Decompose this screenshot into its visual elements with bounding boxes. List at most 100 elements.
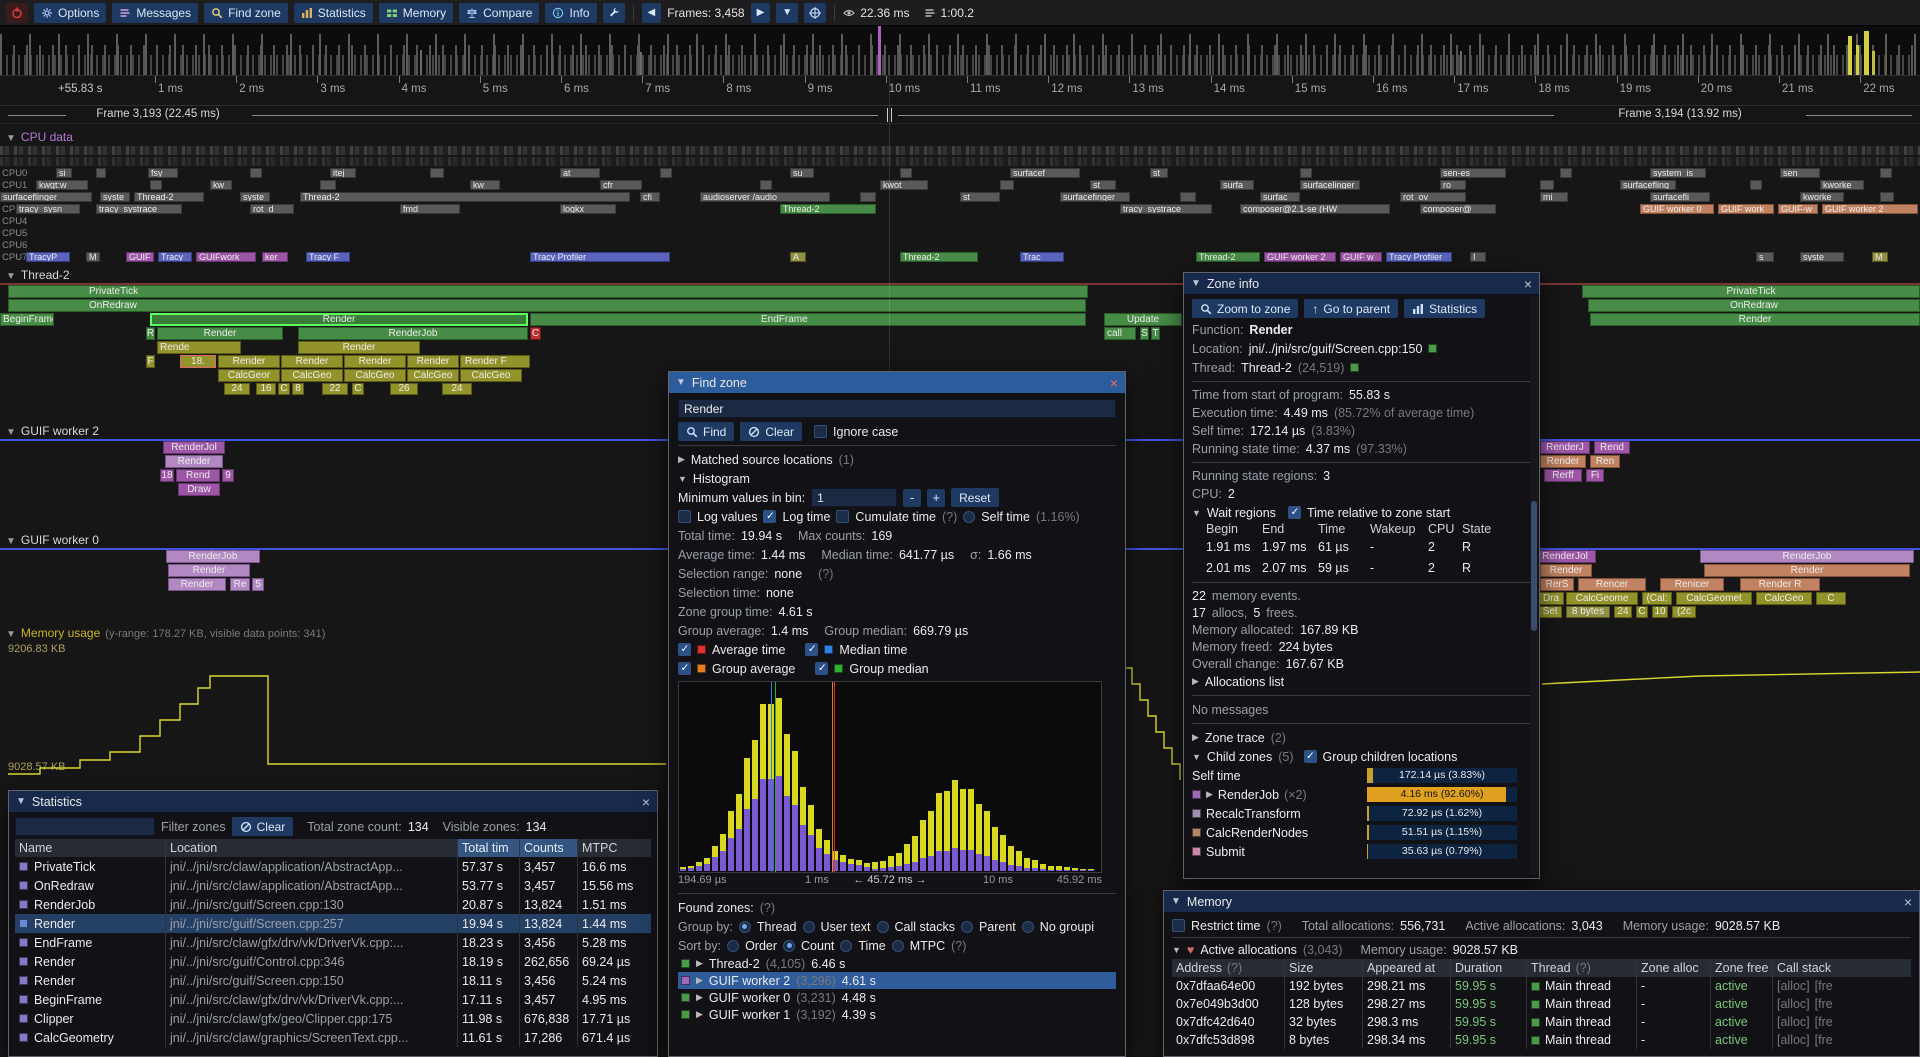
timeline-zone[interactable]: si	[56, 168, 72, 178]
timeline-zone[interactable]: tracy_sysn	[16, 204, 80, 214]
timeline-zone[interactable]: S	[1140, 327, 1149, 340]
table-row[interactable]: Clipperjni/../jni/src/claw/gfx/geo/Clipp…	[15, 1009, 651, 1028]
timeline-zone[interactable]: Tracy F	[306, 252, 350, 262]
plus-button[interactable]: +	[927, 489, 945, 507]
found-zone-thread-row[interactable]: ▶Thread-2(4,105)6.46 s	[678, 955, 1116, 972]
time-ruler[interactable]: +55.83 s1 ms2 ms3 ms4 ms5 ms6 ms7 ms8 ms…	[0, 76, 1920, 106]
timeline-zone[interactable]: rot_d	[250, 204, 294, 214]
crosshair-button[interactable]	[804, 3, 826, 23]
timeline-zone[interactable]: RenderJol	[1534, 550, 1596, 563]
legend-checkbox[interactable]	[678, 643, 691, 656]
timeline-zone[interactable]: syste	[240, 192, 270, 202]
timeline-zone[interactable]: EndFrame	[530, 313, 1086, 326]
timeline-zone[interactable]: Thread-2	[300, 192, 630, 202]
reset-button[interactable]: Reset	[951, 488, 998, 507]
timeline-zone[interactable]: Tracy Profiler	[530, 252, 670, 262]
timeline-zone[interactable]	[150, 180, 162, 190]
power-button[interactable]	[6, 3, 28, 23]
timeline-zone[interactable]: Ren	[1590, 455, 1620, 468]
timeline-zone[interactable]: CalcGeo	[1756, 592, 1812, 605]
timeline-zone[interactable]: Render F	[460, 355, 530, 368]
timeline-zone[interactable]: s	[1756, 252, 1774, 262]
timeline-zone[interactable]: st	[1090, 180, 1116, 190]
timeline-zone[interactable]	[1300, 168, 1312, 178]
group-by-radio-user-text[interactable]	[803, 921, 815, 933]
scrollbar-thumb[interactable]	[1531, 501, 1537, 631]
cpu-data-header[interactable]: ▼CPU data	[6, 130, 73, 144]
timeline-zone[interactable]: 24	[1614, 606, 1632, 618]
collapse-icon[interactable]: ▼	[1191, 278, 1201, 289]
minus-button[interactable]: -	[903, 489, 921, 507]
table-row[interactable]: 0x7dfc42d64032 bytes298.3 ms59.95 sMain …	[1172, 1013, 1911, 1031]
column-header-address[interactable]: Address(?)	[1172, 959, 1284, 977]
timeline-zone[interactable]: C	[1816, 592, 1846, 605]
timeline-zone[interactable]: RenderJob	[1700, 550, 1914, 563]
group-by-radio-parent[interactable]	[961, 921, 973, 933]
timeline-zone[interactable]: audioserver /audio_	[700, 192, 830, 202]
table-row[interactable]: BeginFramejni/../jni/src/claw/gfx/drv/vk…	[15, 990, 651, 1009]
restrict-time-checkbox[interactable]	[1172, 919, 1185, 932]
timeline-zone[interactable]: OnRedraw	[8, 299, 1086, 312]
button-go-to-parent[interactable]: ↑Go to parent	[1304, 299, 1398, 318]
timeline-zone[interactable]: Render	[1540, 455, 1586, 468]
toolbar-button-messages[interactable]: Messages	[112, 3, 198, 23]
timeline-zone[interactable]: Render	[150, 313, 528, 326]
close-icon[interactable]: ×	[1524, 277, 1532, 291]
timeline-zone[interactable]: Rencer	[1578, 578, 1646, 591]
timeline-zone[interactable]: Render	[1704, 564, 1910, 577]
timeline-zone[interactable]: surfacefling	[1620, 180, 1676, 190]
timeline-zone[interactable]: Render	[218, 355, 280, 368]
timeline-zone[interactable]: surfacef	[1010, 168, 1080, 178]
timeline-zone[interactable]	[320, 180, 336, 190]
timeline-zone[interactable]: ker	[262, 252, 288, 262]
timeline-zone[interactable]: fsy	[148, 168, 178, 178]
frame-markers[interactable]: Frame 3,193 (22.45 ms)Frame 3,194 (13.92…	[0, 107, 1920, 124]
timeline-zone[interactable]: st	[960, 192, 1000, 202]
timeline-zone[interactable]: surfaceflinger	[0, 192, 92, 202]
column-header-size[interactable]: Size	[1284, 959, 1362, 977]
timeline-zone[interactable]: GUIF	[126, 252, 154, 262]
timeline-zone[interactable]: tracy_systrace	[96, 204, 182, 214]
thread-header[interactable]: ▼GUIF worker 2	[6, 424, 99, 438]
timeline-zone[interactable]: surfac	[1260, 192, 1300, 202]
legend-checkbox[interactable]	[805, 643, 818, 656]
timeline-zone[interactable]: composer@	[1420, 204, 1496, 214]
free-link[interactable]: [fre	[1815, 1033, 1833, 1047]
timeline-zone[interactable]	[1880, 168, 1892, 178]
timeline-zone[interactable]: Render	[407, 355, 459, 368]
timeline-zone[interactable]: CalcGeomet	[1676, 592, 1752, 605]
zone-trace-header[interactable]: ▶Zone trace(2)	[1192, 728, 1531, 747]
timeline-zone[interactable]: surfacefinger	[1060, 192, 1130, 202]
timeline-zone[interactable]: at	[560, 168, 600, 178]
timeline-zone[interactable]: RenderJob	[166, 550, 260, 563]
timeline-zone[interactable]: GUIF worker 2	[1264, 252, 1336, 262]
timeline-zone[interactable]: RenderJol	[163, 441, 225, 454]
frame-dropdown-button[interactable]: ▼	[776, 3, 798, 23]
alloc-link[interactable]: [alloc]	[1777, 979, 1810, 993]
memory-titlebar[interactable]: ▼ Memory ×	[1164, 891, 1919, 912]
table-row[interactable]: OnRedrawjni/../jni/src/claw/application/…	[15, 876, 651, 895]
toolbar-button-info[interactable]: Info	[545, 3, 596, 23]
thread-header[interactable]: ▼GUIF worker 0	[6, 533, 99, 547]
timeline-zone[interactable]: Render	[1540, 564, 1592, 577]
table-row[interactable]: Renderjni/../jni/src/guif/Screen.cpp:257…	[15, 914, 651, 933]
timeline-zone[interactable]: Render	[165, 455, 223, 468]
timeline-zone[interactable]	[250, 168, 262, 178]
timeline-zone[interactable]: Update	[1104, 313, 1182, 326]
search-input[interactable]: Render	[678, 399, 1116, 418]
found-zone-thread-row[interactable]: ▶GUIF worker 1(3,192)4.39 s	[678, 1006, 1116, 1023]
button-zoom-to-zone[interactable]: Zoom to zone	[1192, 299, 1298, 318]
timeline-zone[interactable]: surfacelinger	[1300, 180, 1360, 190]
timeline-zone[interactable]: CalcGeo	[281, 369, 343, 382]
timeline-zone[interactable]: sen	[1780, 168, 1820, 178]
timeline-zone[interactable]: RerS	[1540, 578, 1574, 591]
timeline-zone[interactable]: I	[1470, 252, 1486, 262]
timeline-zone[interactable]: kw	[210, 180, 232, 190]
legend-checkbox[interactable]	[678, 662, 691, 675]
sort-by-radio-order[interactable]	[727, 940, 739, 952]
timeline-zone[interactable]: M	[86, 252, 100, 262]
close-icon[interactable]: ×	[1110, 376, 1118, 390]
timeline-zone[interactable]: Trac	[1020, 252, 1064, 262]
timeline-zone[interactable]: Re	[230, 578, 250, 591]
timeline-zone[interactable]: Render	[157, 327, 283, 340]
